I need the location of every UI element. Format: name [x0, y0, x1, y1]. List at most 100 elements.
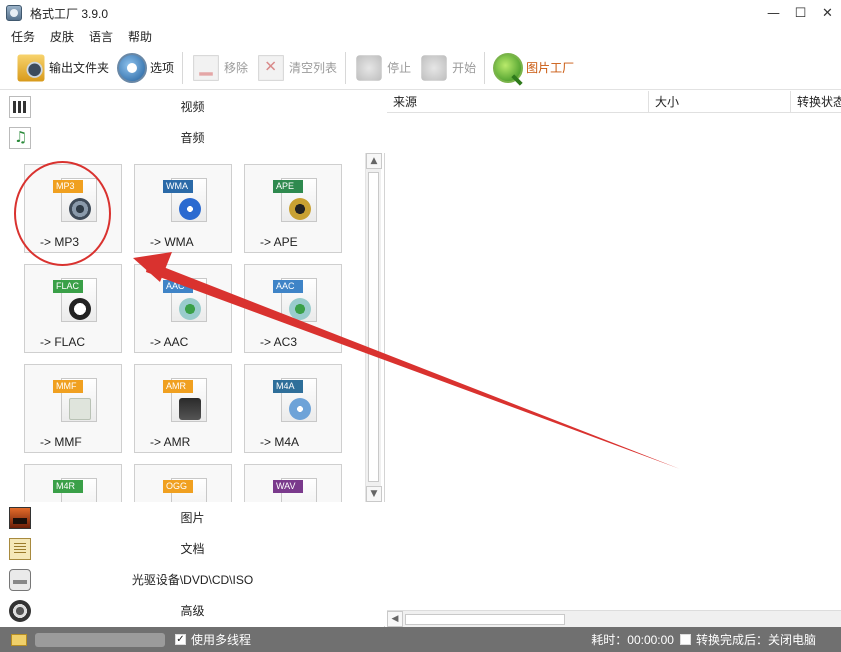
play-icon [179, 198, 201, 220]
options-button[interactable]: 选项 [113, 50, 178, 86]
format-tile-ac3[interactable]: AAC -> AC3 [244, 264, 342, 353]
output-folder-button[interactable]: 输出文件夹 [12, 50, 113, 86]
format-tile-wav[interactable]: WAV [244, 464, 342, 502]
category-picture[interactable]: 图片 [0, 502, 385, 533]
folder-icon [17, 54, 45, 81]
music-note-icon [9, 127, 31, 149]
category-video-label: 视频 [180, 100, 205, 114]
menu-task[interactable]: 任务 [11, 28, 42, 45]
toolbar-separator [345, 51, 347, 84]
elapsed-time: 耗时：00:00:00 [591, 633, 674, 647]
menu-language[interactable]: 语言 [81, 28, 120, 45]
options-icon [117, 52, 148, 83]
format-label: -> MP3 [40, 235, 80, 249]
remove-icon [193, 54, 219, 81]
clear-list-label: 清空列表 [289, 61, 338, 75]
monkey-icon [289, 198, 311, 220]
stop-button[interactable]: 停止 [350, 50, 415, 86]
format-badge: FLAC [53, 280, 83, 293]
menu-skin[interactable]: 皮肤 [42, 28, 81, 45]
window-controls: — ☐ ✕ [760, 0, 841, 26]
scroll-thumb[interactable] [368, 172, 379, 482]
start-button[interactable]: 开始 [415, 50, 480, 86]
scroll-thumb[interactable] [405, 614, 565, 625]
format-tile-ogg[interactable]: OGG [134, 464, 232, 502]
audio-format-grid: MP3 -> MP3 WMA -> WMA APE -> APE FLAC ->… [0, 153, 385, 502]
format-badge: MP3 [53, 180, 83, 193]
column-source[interactable]: 来源 [387, 91, 649, 113]
category-advanced-label: 高级 [180, 604, 205, 618]
remove-label: 移除 [224, 61, 249, 75]
category-audio[interactable]: 音频 [0, 122, 385, 153]
format-grid-scrollbar[interactable]: ▲ ▼ [365, 153, 382, 502]
folder-icon[interactable] [11, 633, 27, 646]
task-list-hscrollbar[interactable]: ◀ [387, 610, 841, 627]
category-advanced[interactable]: 高级 [0, 595, 385, 626]
format-tile-flac[interactable]: FLAC -> FLAC [24, 264, 122, 353]
format-badge: WAV [273, 480, 303, 493]
multithread-checkbox[interactable]: ✓ [175, 634, 186, 645]
speaker-icon [69, 198, 91, 220]
format-badge: OGG [163, 480, 193, 493]
document-icon [9, 538, 31, 560]
phone-icon [179, 398, 201, 420]
category-document[interactable]: 文档 [0, 533, 385, 564]
headphones-icon [69, 298, 91, 320]
maximize-button[interactable]: ☐ [787, 0, 814, 26]
format-badge: AAC [163, 280, 193, 293]
format-label: -> AC3 [260, 335, 298, 349]
menu-bar: 任务 皮肤 语言 帮助 [0, 26, 841, 46]
format-tile-mp3[interactable]: MP3 -> MP3 [24, 164, 122, 253]
format-tile-aac[interactable]: AAC -> AAC [134, 264, 232, 353]
format-label: -> APE [260, 235, 298, 249]
after-convert-checkbox[interactable] [679, 634, 691, 645]
start-icon [421, 54, 447, 81]
minimize-button[interactable]: — [760, 0, 787, 26]
toolbar-separator [484, 51, 486, 84]
category-disc[interactable]: 光驱设备\DVD\CD\ISO [0, 564, 385, 595]
picture-icon [9, 507, 31, 529]
clear-list-button[interactable]: 清空列表 [252, 50, 341, 86]
speaker-icon [179, 298, 201, 320]
menu-help[interactable]: 帮助 [120, 28, 159, 45]
film-icon [9, 96, 31, 118]
remove-button[interactable]: 移除 [187, 50, 252, 86]
format-tile-ape[interactable]: APE -> APE [244, 164, 342, 253]
window-title: 格式工厂 3.9.0 [30, 6, 109, 21]
format-label: -> AMR [150, 435, 191, 449]
close-button[interactable]: ✕ [814, 0, 841, 26]
multithread-label: 使用多线程 [191, 633, 252, 647]
format-badge: M4R [53, 480, 83, 493]
music-disc-icon [289, 398, 311, 420]
start-label: 开始 [452, 61, 477, 75]
format-tile-mmf[interactable]: MMF -> MMF [24, 364, 122, 453]
options-label: 选项 [150, 61, 175, 75]
category-picture-label: 图片 [180, 511, 205, 525]
format-label: -> MMF [40, 435, 82, 449]
format-label: -> FLAC [40, 335, 86, 349]
disc-drive-icon [9, 569, 31, 591]
category-video[interactable]: 视频 [0, 91, 385, 122]
after-convert-label: 转换完成后：关闭电脑 [695, 633, 816, 647]
speaker-icon [289, 298, 311, 320]
scroll-left-arrow-icon[interactable]: ◀ [387, 611, 403, 627]
format-badge: M4A [273, 380, 303, 393]
column-status[interactable]: 转换状态 [791, 91, 841, 113]
format-tile-amr[interactable]: AMR -> AMR [134, 364, 232, 453]
category-document-label: 文档 [180, 542, 205, 556]
stop-label: 停止 [387, 61, 412, 75]
picture-factory-button[interactable]: 图片工厂 [489, 50, 578, 86]
scroll-down-arrow-icon[interactable]: ▼ [366, 486, 382, 502]
toolbar-separator [182, 51, 184, 84]
app-icon [6, 5, 22, 21]
category-disc-label: 光驱设备\DVD\CD\ISO [131, 573, 254, 587]
column-size[interactable]: 大小 [649, 91, 791, 113]
output-path-field[interactable] [35, 632, 165, 647]
format-tile-m4r[interactable]: M4R [24, 464, 122, 502]
format-tile-wma[interactable]: WMA -> WMA [134, 164, 232, 253]
format-tile-m4a[interactable]: M4A -> M4A [244, 364, 342, 453]
format-badge: AMR [163, 380, 193, 393]
scroll-up-arrow-icon[interactable]: ▲ [366, 153, 382, 169]
format-badge: MMF [53, 380, 83, 393]
toolbar: 输出文件夹 选项 移除 清空列表 停止 开始 图片工厂 [0, 46, 841, 90]
